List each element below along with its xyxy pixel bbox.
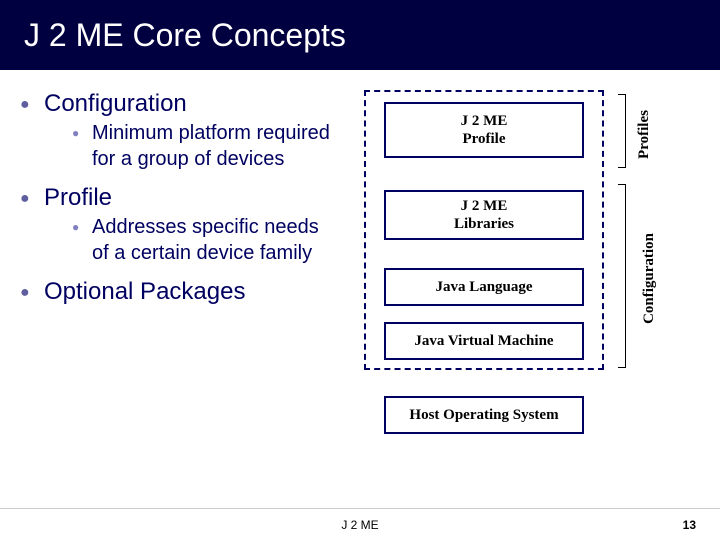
box-java-language: Java Language bbox=[384, 268, 584, 306]
box-java-virtual-machine: Java Virtual Machine bbox=[384, 322, 584, 360]
box-label: J 2 ME Profile bbox=[461, 112, 508, 148]
bullet-list: Configuration Minimum platform required … bbox=[20, 90, 330, 306]
slide-content: Configuration Minimum platform required … bbox=[0, 70, 720, 490]
side-label-profiles: Profiles bbox=[636, 110, 653, 159]
sub-list: Minimum platform required for a group of… bbox=[44, 120, 330, 172]
slide-footer: J 2 ME 13 bbox=[0, 508, 720, 540]
box-label: Java Virtual Machine bbox=[414, 332, 553, 350]
bracket-configuration bbox=[618, 184, 626, 368]
page-number: 13 bbox=[683, 518, 696, 532]
box-label: Host Operating System bbox=[409, 406, 558, 424]
footer-center-text: J 2 ME bbox=[341, 518, 378, 532]
box-host-operating-system: Host Operating System bbox=[384, 396, 584, 434]
sub-list: Addresses specific needs of a certain de… bbox=[44, 214, 330, 266]
box-j2me-profile: J 2 ME Profile bbox=[384, 102, 584, 158]
box-label: Java Language bbox=[435, 278, 532, 296]
bullet-optional-packages: Optional Packages bbox=[20, 278, 330, 306]
sub-item: Minimum platform required for a group of… bbox=[44, 120, 330, 172]
bullet-label: Configuration bbox=[44, 90, 187, 117]
bullet-configuration: Configuration Minimum platform required … bbox=[20, 90, 330, 172]
bullet-label: Profile bbox=[44, 184, 112, 211]
box-label: J 2 ME Libraries bbox=[454, 197, 514, 233]
side-label-configuration: Configuration bbox=[641, 233, 658, 324]
bullet-label: Optional Packages bbox=[44, 278, 245, 305]
bullet-column: Configuration Minimum platform required … bbox=[20, 90, 340, 480]
slide-title: J 2 ME Core Concepts bbox=[0, 0, 720, 70]
bracket-profiles bbox=[618, 94, 626, 168]
box-j2me-libraries: J 2 ME Libraries bbox=[384, 190, 584, 240]
sub-item: Addresses specific needs of a certain de… bbox=[44, 214, 330, 266]
diagram-column: J 2 ME Profile J 2 ME Libraries Java Lan… bbox=[340, 90, 680, 480]
title-text: J 2 ME Core Concepts bbox=[24, 17, 346, 54]
bullet-profile: Profile Addresses specific needs of a ce… bbox=[20, 184, 330, 266]
